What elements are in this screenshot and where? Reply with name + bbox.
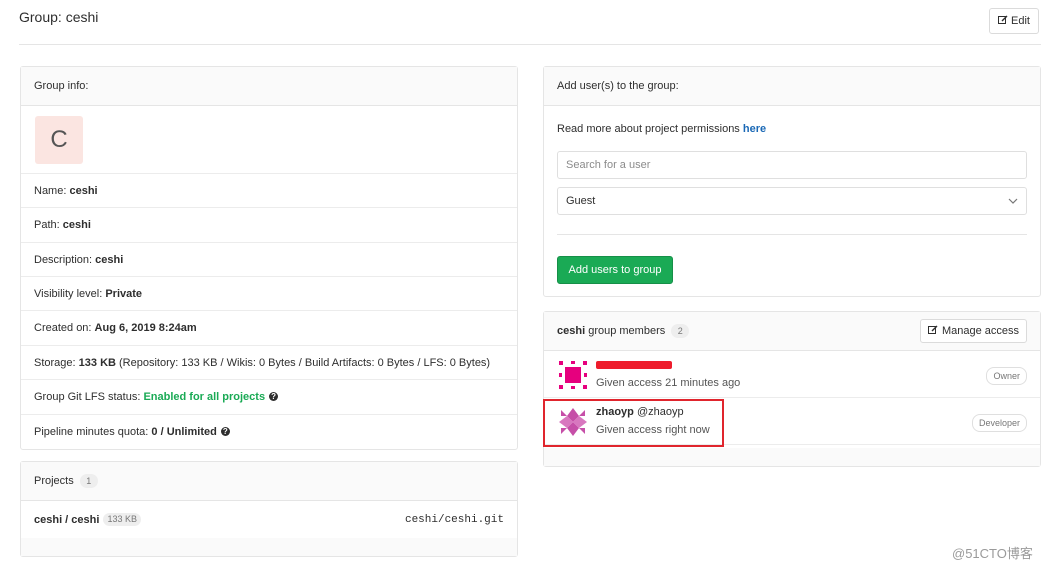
member-avatar[interactable] [557, 359, 589, 391]
pipeline-row: Pipeline minutes quota: 0 / Unlimited ? [21, 414, 517, 448]
edit-group-button[interactable]: Edit [989, 8, 1039, 34]
add-users-heading: Add user(s) to the group: [544, 67, 1040, 106]
group-info-panel: Group info: C Name: ceshi Path: ceshi De… [20, 66, 518, 450]
permissions-label: Read more about project permissions [557, 123, 740, 135]
group-avatar: C [35, 116, 83, 164]
pipeline-label: Pipeline minutes quota: [34, 425, 149, 438]
header-divider [19, 44, 1041, 45]
members-heading: ceshi group members 2 Manage access [544, 312, 1040, 351]
storage-label: Storage: [34, 356, 76, 369]
storage-detail: (Repository: 133 KB / Wikis: 0 Bytes / B… [119, 356, 491, 369]
watermark: @51CTO博客 [952, 546, 1033, 561]
path-value: ceshi [62, 218, 91, 231]
projects-title: Projects [34, 475, 74, 487]
visibility-label: Visibility level: [34, 287, 103, 300]
created-value: Aug 6, 2019 8:24am [94, 321, 197, 334]
member-role-badge: Owner [986, 367, 1027, 385]
role-select-value: Guest [566, 195, 596, 207]
path-label: Path: [34, 218, 60, 231]
visibility-value: Private [105, 287, 143, 300]
user-search-input[interactable] [557, 151, 1027, 179]
projects-panel: Projects 1 ceshi / ceshi 133 KB ceshi/ce… [20, 461, 518, 557]
projects-count-badge: 1 [79, 474, 98, 488]
description-row: Description: ceshi [21, 242, 517, 276]
lfs-row: Group Git LFS status: Enabled for all pr… [21, 379, 517, 413]
question-circle-icon[interactable]: ? [269, 392, 279, 401]
name-value: ceshi [69, 184, 98, 197]
member-row: Given access 21 minutes ago Owner [544, 351, 1040, 398]
role-select[interactable]: Guest [557, 187, 1027, 215]
member-access-time: Given access 21 minutes ago [596, 377, 741, 389]
edit-icon [998, 15, 1008, 28]
description-label: Description: [34, 253, 93, 266]
storage-row: Storage: 133 KB (Repository: 133 KB / Wi… [21, 345, 517, 379]
projects-heading: Projects 1 [21, 462, 517, 501]
project-repo-path: ceshi/ceshi.git [404, 513, 504, 526]
created-row: Created on: Aug 6, 2019 8:24am [21, 310, 517, 344]
name-row: Name: ceshi [21, 173, 517, 207]
chevron-down-icon [1008, 195, 1018, 207]
group-info-heading: Group info: [21, 67, 517, 106]
storage-value: 133 KB [78, 356, 116, 369]
page-title: Group: ceshi [19, 9, 99, 25]
project-size-badge: 133 KB [103, 513, 141, 526]
redacted-name [596, 361, 672, 370]
members-footer [544, 448, 1040, 466]
projects-footer [21, 538, 517, 556]
manage-access-label: Manage access [941, 325, 1019, 337]
lfs-value: Enabled for all projects [143, 390, 266, 403]
manage-access-button[interactable]: Manage access [919, 319, 1027, 343]
name-label: Name: [34, 184, 67, 197]
add-users-panel: Add user(s) to the group: Read more abou… [543, 66, 1041, 297]
members-group-name: ceshi [557, 325, 586, 337]
members-count-badge: 2 [671, 324, 690, 338]
permissions-link[interactable]: here [743, 123, 766, 135]
lfs-label: Group Git LFS status: [34, 390, 141, 403]
edit-icon [927, 325, 938, 338]
permissions-text: Read more about project permissions here [557, 123, 766, 135]
members-heading-text: group members [588, 325, 666, 337]
created-label: Created on: [34, 321, 92, 334]
form-divider [557, 234, 1027, 235]
highlight-box [543, 399, 724, 447]
question-circle-icon[interactable]: ? [220, 427, 230, 436]
visibility-row: Visibility level: Private [21, 276, 517, 310]
pipeline-value: 0 / Unlimited [151, 425, 217, 438]
project-name[interactable]: ceshi / ceshi [34, 514, 99, 526]
member-name[interactable] [596, 359, 672, 371]
path-row: Path: ceshi [21, 207, 517, 241]
add-users-button[interactable]: Add users to group [557, 256, 673, 284]
description-value: ceshi [95, 253, 124, 266]
member-role-badge: Developer [971, 414, 1027, 432]
edit-label: Edit [1011, 15, 1030, 27]
project-row[interactable]: ceshi / ceshi 133 KB ceshi/ceshi.git [21, 501, 517, 539]
